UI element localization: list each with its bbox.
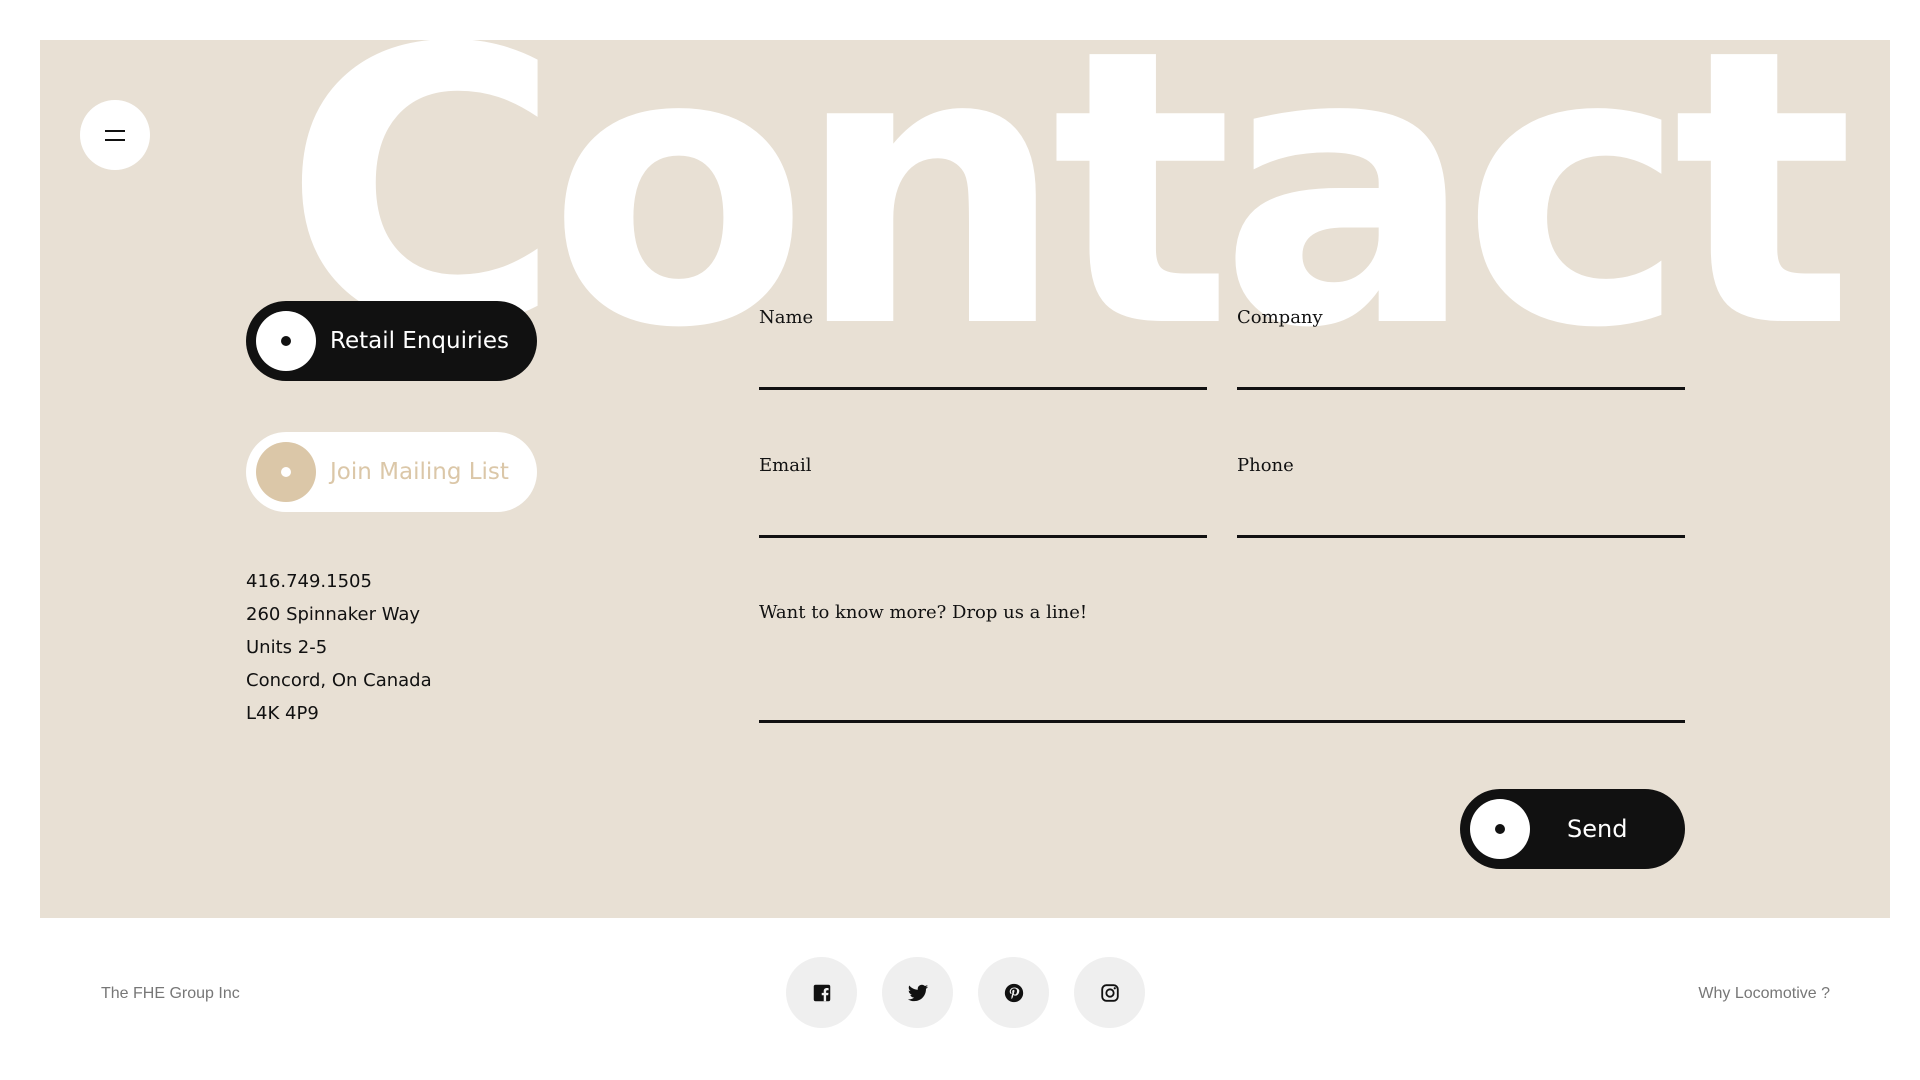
retail-enquiries-button[interactable]: Retail Enquiries [246, 301, 537, 381]
name-label: Name [759, 307, 814, 328]
units: Units 2-5 [246, 637, 328, 658]
name-field: Name [759, 307, 1207, 390]
company-input[interactable] [1237, 349, 1685, 383]
retail-enquiries-label: Retail Enquiries [330, 328, 509, 354]
company-field: Company [1237, 307, 1685, 390]
street-address: 260 Spinnaker Way [246, 604, 421, 625]
radio-dot-icon [1470, 799, 1530, 859]
message-label: Want to know more? Drop us a line! [759, 602, 1088, 623]
footer-company: The FHE Group Inc [101, 985, 240, 1002]
send-label: Send [1567, 815, 1628, 843]
pinterest-icon [1004, 983, 1023, 1002]
phone-field: Phone [1237, 455, 1685, 538]
radio-dot-icon [256, 311, 316, 371]
instagram-icon [1100, 983, 1119, 1002]
menu-button[interactable] [80, 100, 150, 170]
join-mailing-list-label: Join Mailing List [330, 459, 509, 485]
why-locomotive-link[interactable]: Why Locomotive ? [1698, 985, 1830, 1003]
social-links [786, 957, 1145, 1028]
email-label: Email [759, 455, 812, 476]
postal-code: L4K 4P9 [246, 703, 319, 724]
facebook-icon [813, 984, 830, 1001]
join-mailing-list-button[interactable]: Join Mailing List [246, 432, 537, 512]
twitter-icon [907, 984, 928, 1001]
radio-dot-icon [256, 442, 316, 502]
name-input[interactable] [759, 349, 1207, 383]
twitter-link[interactable] [882, 957, 953, 1028]
phone-number: 416.749.1505 [246, 571, 372, 592]
facebook-link[interactable] [786, 957, 857, 1028]
contact-address: 416.749.1505 260 Spinnaker Way Units 2-5… [246, 565, 432, 730]
message-field: Want to know more? Drop us a line! [759, 602, 1685, 723]
contact-panel: Contact Retail Enquiries Join Mailing Li… [40, 40, 1890, 918]
phone-label: Phone [1237, 455, 1294, 476]
message-input[interactable] [759, 646, 1685, 716]
instagram-link[interactable] [1074, 957, 1145, 1028]
email-field: Email [759, 455, 1207, 538]
menu-icon [105, 129, 125, 141]
send-button[interactable]: Send [1460, 789, 1685, 869]
company-label: Company [1237, 307, 1323, 328]
phone-input[interactable] [1237, 497, 1685, 531]
city: Concord, On Canada [246, 670, 432, 691]
email-input[interactable] [759, 497, 1207, 531]
pinterest-link[interactable] [978, 957, 1049, 1028]
